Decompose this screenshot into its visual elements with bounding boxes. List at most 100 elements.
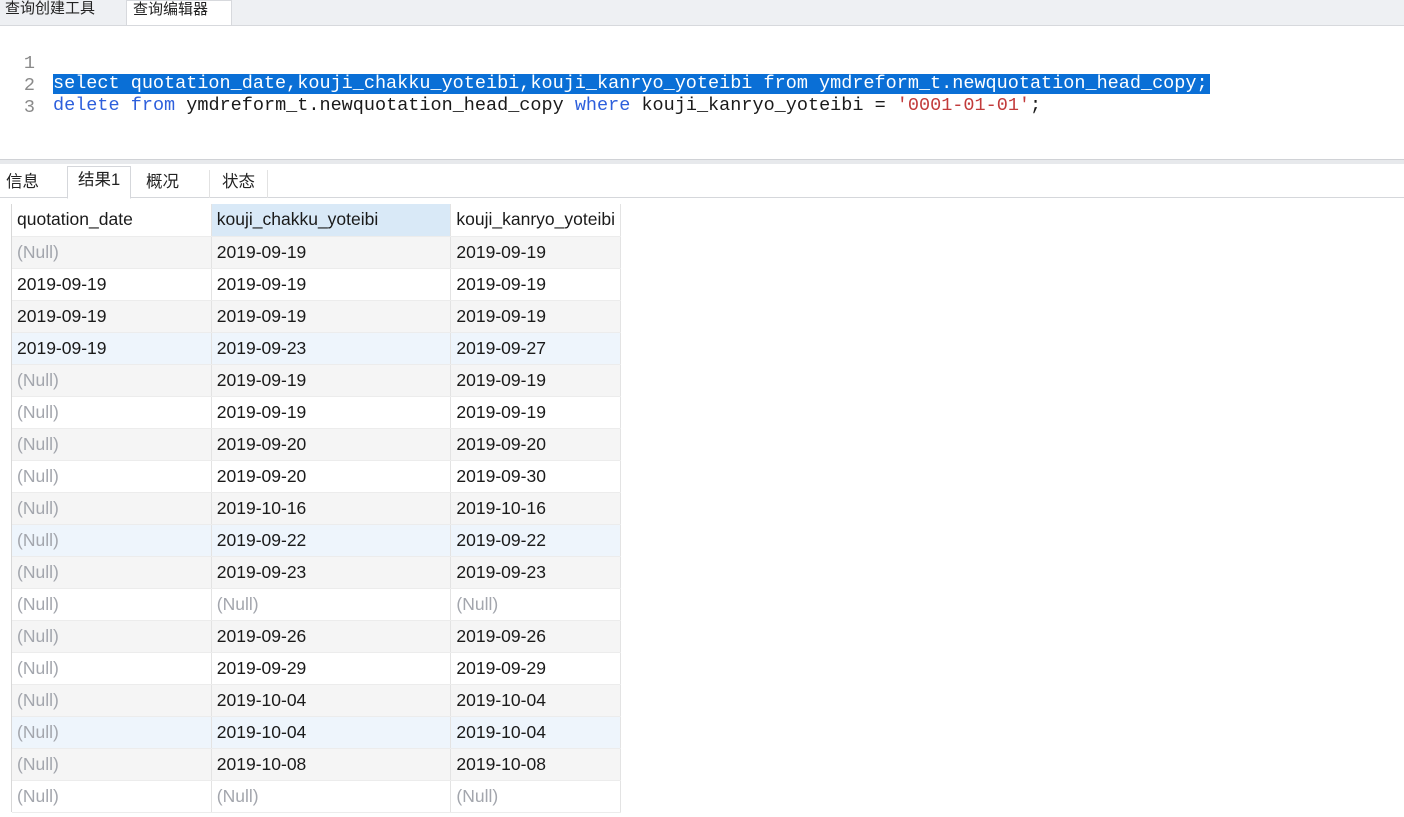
table-cell[interactable]: (Null) bbox=[450, 588, 621, 621]
column-header[interactable]: kouji_chakku_yoteibi bbox=[211, 204, 452, 237]
table-cell[interactable]: (Null) bbox=[12, 396, 212, 429]
table-row[interactable]: (Null) 2019-09-29 2019-09-29 bbox=[12, 652, 621, 685]
table-row[interactable]: (Null) (Null) (Null) bbox=[12, 588, 621, 621]
table-row[interactable]: (Null) (Null) (Null) bbox=[12, 780, 621, 813]
tab-profile[interactable]: 概况 bbox=[140, 170, 185, 198]
table-row[interactable]: (Null) 2019-10-08 2019-10-08 bbox=[12, 748, 621, 781]
tab-result-1[interactable]: 结果1 bbox=[67, 166, 132, 199]
table-cell[interactable]: 2019-10-16 bbox=[211, 492, 452, 525]
table-cell[interactable]: 2019-09-23 bbox=[211, 556, 452, 589]
table-cell[interactable]: 2019-09-22 bbox=[450, 524, 621, 557]
table-cell[interactable]: 2019-09-19 bbox=[12, 300, 212, 333]
column-header[interactable]: kouji_kanryo_yoteibi bbox=[450, 204, 621, 237]
table-cell[interactable]: (Null) bbox=[12, 492, 212, 525]
table-cell[interactable]: 2019-09-27 bbox=[450, 332, 621, 365]
table-cell[interactable]: 2019-09-20 bbox=[211, 460, 452, 493]
table-cell[interactable]: 2019-09-19 bbox=[211, 364, 452, 397]
table-row[interactable]: 2019-09-19 2019-09-19 2019-09-19 bbox=[12, 268, 621, 301]
editor-line-2[interactable]: 2 delete from ymdreform_t.newquotation_h… bbox=[0, 56, 1404, 116]
table-row[interactable]: 2019-09-19 2019-09-19 2019-09-19 bbox=[12, 300, 621, 333]
table-cell[interactable]: (Null) bbox=[12, 524, 212, 557]
table-row[interactable]: (Null) 2019-09-19 2019-09-19 bbox=[12, 236, 621, 269]
table-cell[interactable]: 2019-10-04 bbox=[211, 684, 452, 717]
table-cell[interactable]: 2019-09-19 bbox=[211, 236, 452, 269]
table-cell[interactable]: 2019-09-29 bbox=[211, 652, 452, 685]
table-cell[interactable]: (Null) bbox=[12, 556, 212, 589]
sql-keyword: from bbox=[130, 95, 176, 116]
table-cell[interactable]: 2019-10-16 bbox=[450, 492, 621, 525]
table-cell[interactable]: 2019-09-23 bbox=[211, 332, 452, 365]
table-cell[interactable]: 2019-09-19 bbox=[450, 268, 621, 301]
sql-text: kouji_kanryo_yoteibi = bbox=[630, 95, 897, 116]
table-row[interactable]: (Null) 2019-09-19 2019-09-19 bbox=[12, 396, 621, 429]
table-cell[interactable]: (Null) bbox=[12, 428, 212, 461]
tab-status[interactable]: 状态 bbox=[209, 170, 268, 198]
table-cell[interactable]: 2019-09-22 bbox=[211, 524, 452, 557]
table-cell[interactable]: 2019-09-19 bbox=[450, 236, 621, 269]
tab-query-editor[interactable]: 查询编辑器 bbox=[126, 0, 232, 25]
table-row[interactable]: (Null) 2019-10-16 2019-10-16 bbox=[12, 492, 621, 525]
table-row[interactable]: 2019-09-19 2019-09-23 2019-09-27 bbox=[12, 332, 621, 365]
sql-keyword: delete bbox=[53, 95, 120, 116]
table-cell[interactable]: 2019-09-19 bbox=[211, 300, 452, 333]
table-cell[interactable]: 2019-09-20 bbox=[211, 428, 452, 461]
table-cell[interactable]: (Null) bbox=[12, 780, 212, 813]
table-cell[interactable]: 2019-09-26 bbox=[450, 620, 621, 653]
table-cell[interactable]: (Null) bbox=[450, 780, 621, 813]
table-cell[interactable]: 2019-09-29 bbox=[450, 652, 621, 685]
table-cell[interactable]: (Null) bbox=[12, 460, 212, 493]
table-cell[interactable]: 2019-09-19 bbox=[12, 332, 212, 365]
table-row[interactable]: (Null) 2019-09-20 2019-09-30 bbox=[12, 460, 621, 493]
table-cell[interactable]: 2019-09-19 bbox=[12, 268, 212, 301]
sql-string-literal: '0001-01-01' bbox=[896, 95, 1031, 116]
table-row[interactable]: (Null) 2019-09-20 2019-09-20 bbox=[12, 428, 621, 461]
table-cell[interactable]: 2019-09-26 bbox=[211, 620, 452, 653]
table-cell[interactable]: (Null) bbox=[12, 236, 212, 269]
table-cell[interactable]: 2019-10-08 bbox=[211, 748, 452, 781]
header-row: quotation_date kouji_chakku_yoteibi kouj… bbox=[12, 204, 621, 237]
sql-keyword: where bbox=[574, 95, 631, 116]
table-cell[interactable]: 2019-09-20 bbox=[450, 428, 621, 461]
editor-line-1[interactable]: 1 select quotation_date,kouji_chakku_yot… bbox=[0, 34, 1404, 94]
table-cell[interactable]: (Null) bbox=[211, 780, 452, 813]
table-cell[interactable]: 2019-09-30 bbox=[450, 460, 621, 493]
table-cell[interactable]: 2019-09-23 bbox=[450, 556, 621, 589]
table-row[interactable]: (Null) 2019-10-04 2019-10-04 bbox=[12, 716, 621, 749]
sql-text: ; bbox=[1030, 95, 1042, 116]
sql-editor[interactable]: 1 select quotation_date,kouji_chakku_yot… bbox=[0, 26, 1404, 159]
table-cell[interactable]: 2019-10-08 bbox=[450, 748, 621, 781]
table-cell[interactable]: 2019-09-19 bbox=[450, 396, 621, 429]
table-cell[interactable]: 2019-10-04 bbox=[450, 684, 621, 717]
row-selector-column[interactable] bbox=[0, 204, 12, 812]
table-row[interactable]: (Null) 2019-09-26 2019-09-26 bbox=[12, 620, 621, 653]
table-cell[interactable]: (Null) bbox=[12, 748, 212, 781]
table-cell[interactable]: 2019-09-19 bbox=[211, 396, 452, 429]
table-cell[interactable]: 2019-09-19 bbox=[450, 300, 621, 333]
table-cell[interactable]: 2019-10-04 bbox=[450, 716, 621, 749]
tab-message[interactable]: 信息 bbox=[0, 170, 45, 198]
table-row[interactable]: (Null) 2019-09-22 2019-09-22 bbox=[12, 524, 621, 557]
table-cell[interactable]: 2019-09-19 bbox=[450, 364, 621, 397]
column-header[interactable]: quotation_date bbox=[12, 204, 212, 237]
table-cell[interactable]: 2019-09-19 bbox=[211, 268, 452, 301]
editor-line-3[interactable]: 3 bbox=[0, 78, 1404, 118]
result-table: quotation_date kouji_chakku_yoteibi kouj… bbox=[12, 204, 621, 813]
table-cell[interactable]: (Null) bbox=[211, 588, 452, 621]
table-row[interactable]: (Null) 2019-09-19 2019-09-19 bbox=[12, 364, 621, 397]
table-row[interactable]: (Null) 2019-09-23 2019-09-23 bbox=[12, 556, 621, 589]
table-cell[interactable]: (Null) bbox=[12, 716, 212, 749]
result-tabs: 信息 结果1 概况 状态 bbox=[0, 164, 1404, 199]
line-number: 3 bbox=[23, 97, 35, 118]
editor-mode-tabs: 查询创建工具 查询编辑器 bbox=[0, 0, 1404, 26]
table-row[interactable]: (Null) 2019-10-04 2019-10-04 bbox=[12, 684, 621, 717]
sql-text: ymdreform_t.newquotation_head_copy bbox=[175, 95, 575, 116]
table-cell[interactable]: (Null) bbox=[12, 364, 212, 397]
table-cell[interactable]: (Null) bbox=[12, 684, 212, 717]
table-cell[interactable]: (Null) bbox=[12, 652, 212, 685]
table-cell[interactable]: 2019-10-04 bbox=[211, 716, 452, 749]
sql-statement[interactable]: delete from ymdreform_t.newquotation_hea… bbox=[53, 96, 1041, 116]
tab-query-builder[interactable]: 查询创建工具 bbox=[5, 0, 123, 25]
table-cell[interactable]: (Null) bbox=[12, 588, 212, 621]
table-cell[interactable]: (Null) bbox=[12, 620, 212, 653]
